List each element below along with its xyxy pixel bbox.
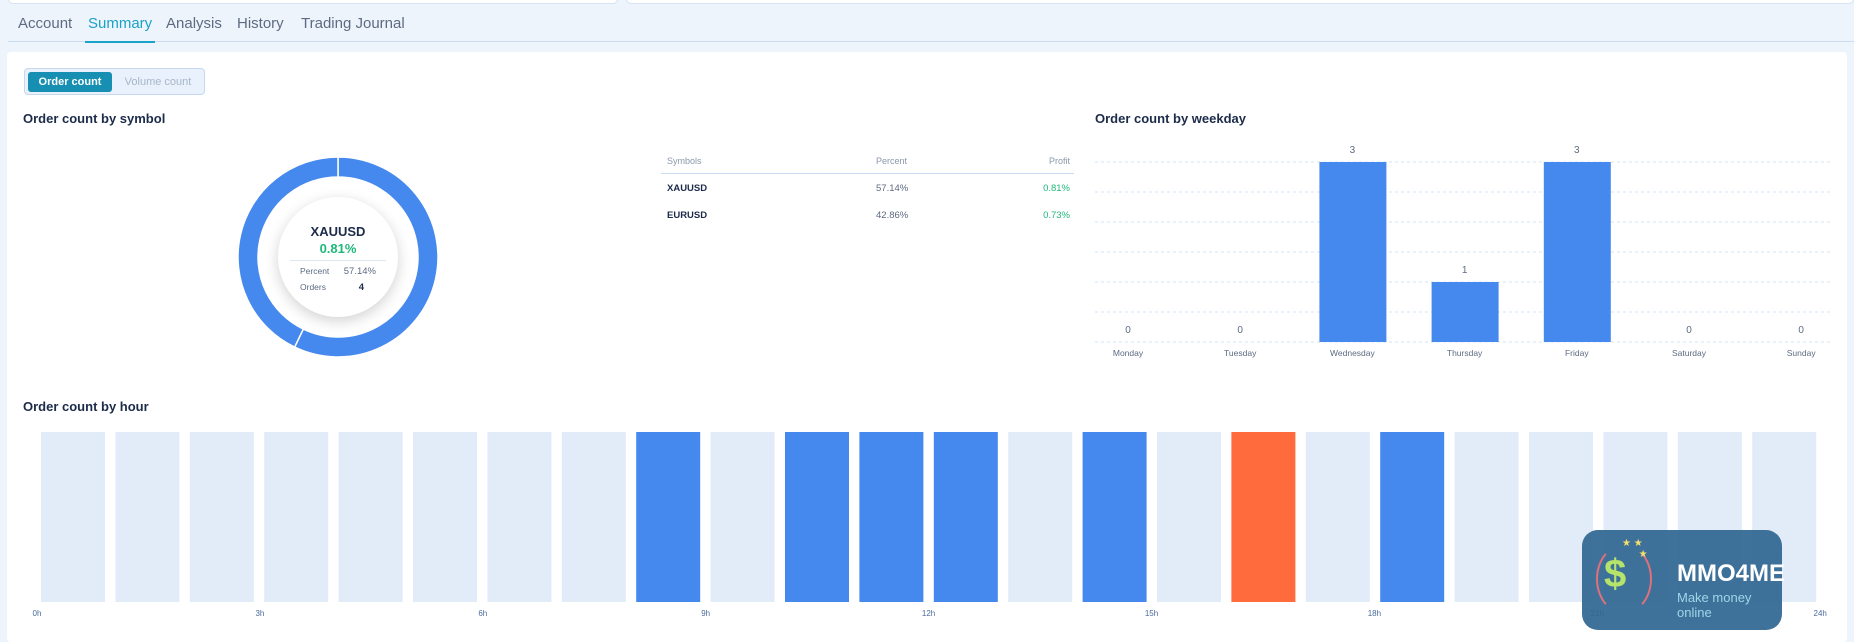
x-tick-label: Sunday bbox=[1787, 348, 1817, 358]
hour-cell-13 bbox=[1008, 432, 1073, 602]
hour-cell-7 bbox=[561, 432, 626, 602]
weekday-bar-chart: 0 Monday 0 Tuesday 3 Wednesday 1 Thursday 3 Frida… bbox=[1095, 145, 1833, 358]
hour-cell-3 bbox=[264, 432, 329, 602]
x-tick-label: 9h bbox=[701, 609, 710, 618]
hour-cell-1 bbox=[115, 432, 180, 602]
hour-cell-5 bbox=[413, 432, 477, 602]
watermark-tagline: Make money online bbox=[1677, 590, 1752, 620]
x-tick-label: 6h bbox=[478, 609, 487, 618]
col-symbols: Symbols bbox=[667, 156, 702, 166]
x-tick-label: Monday bbox=[1113, 348, 1144, 358]
row-percent: 57.14% bbox=[876, 183, 909, 194]
hour-cell-14 bbox=[1082, 432, 1147, 602]
center-percent-label: Percent bbox=[300, 266, 330, 276]
bar-thursday bbox=[1431, 282, 1499, 342]
center-symbol: XAUUSD bbox=[310, 224, 366, 239]
x-tick-label: 3h bbox=[255, 609, 264, 618]
x-tick-label: Friday bbox=[1565, 348, 1589, 358]
hour-cell-4 bbox=[338, 432, 403, 602]
x-tick-label: Wednesday bbox=[1330, 348, 1375, 358]
hour-cell-8 bbox=[636, 432, 701, 602]
hour-cell-19 bbox=[1454, 432, 1519, 602]
watermark-name: MMO4ME bbox=[1677, 560, 1785, 587]
bar-value-label: 0 bbox=[1125, 325, 1131, 336]
x-tick-label: 12h bbox=[922, 609, 935, 618]
bar-value-label: 1 bbox=[1462, 265, 1468, 276]
x-tick-label: Tuesday bbox=[1224, 348, 1257, 358]
bar-value-label: 3 bbox=[1574, 145, 1580, 156]
row-profit: 0.81% bbox=[1043, 183, 1070, 194]
stars-icon: ★ ★ ★ bbox=[1622, 538, 1648, 560]
donut-center-info: XAUUSD 0.81% Percent 57.14% Orders 4 bbox=[278, 197, 398, 317]
x-tick-label: 15h bbox=[1145, 609, 1158, 618]
hour-heatmap-chart: 0h3h6h9h12h15h18h21h24h bbox=[33, 432, 1827, 618]
hour-cell-10 bbox=[785, 432, 849, 602]
center-orders: 4 bbox=[358, 282, 364, 293]
x-tick-label: Thursday bbox=[1447, 348, 1483, 358]
row-symbol: EURUSD bbox=[667, 210, 708, 221]
hour-cell-16 bbox=[1231, 432, 1296, 602]
bar-value-label: 3 bbox=[1350, 145, 1356, 156]
hour-cell-15 bbox=[1157, 432, 1221, 602]
bar-friday bbox=[1543, 162, 1611, 342]
row-symbol: XAUUSD bbox=[667, 183, 708, 194]
x-tick-label: 18h bbox=[1368, 609, 1381, 618]
col-profit: Profit bbox=[1048, 156, 1070, 166]
weekday-chart-title: Order count by weekday bbox=[1095, 111, 1246, 126]
bar-value-label: 0 bbox=[1237, 325, 1243, 336]
bar-wednesday bbox=[1319, 162, 1387, 342]
x-tick-label: 0h bbox=[33, 609, 42, 618]
center-orders-label: Orders bbox=[300, 282, 326, 292]
x-tick-label: 24h bbox=[1814, 609, 1827, 618]
hour-cell-17 bbox=[1305, 432, 1370, 602]
hour-cell-2 bbox=[189, 432, 254, 602]
row-profit: 0.73% bbox=[1043, 210, 1070, 221]
hour-cell-0 bbox=[41, 432, 105, 602]
center-profit: 0.81% bbox=[319, 241, 357, 256]
row-percent: 42.86% bbox=[876, 210, 909, 221]
center-percent: 57.14% bbox=[343, 266, 376, 277]
watermark-logo: $ ★ ★ ★ MMO4ME Make money online bbox=[1582, 530, 1785, 630]
x-tick-label: Saturday bbox=[1672, 348, 1707, 358]
bar-value-label: 0 bbox=[1686, 325, 1692, 336]
hour-cell-12 bbox=[933, 432, 998, 602]
hour-cell-6 bbox=[487, 432, 552, 602]
bar-value-label: 0 bbox=[1798, 325, 1804, 336]
hour-cell-11 bbox=[859, 432, 924, 602]
hour-cell-9 bbox=[710, 432, 775, 602]
hour-chart-title: Order count by hour bbox=[23, 399, 149, 414]
hour-cell-18 bbox=[1380, 432, 1445, 602]
col-percent: Percent bbox=[876, 156, 908, 166]
